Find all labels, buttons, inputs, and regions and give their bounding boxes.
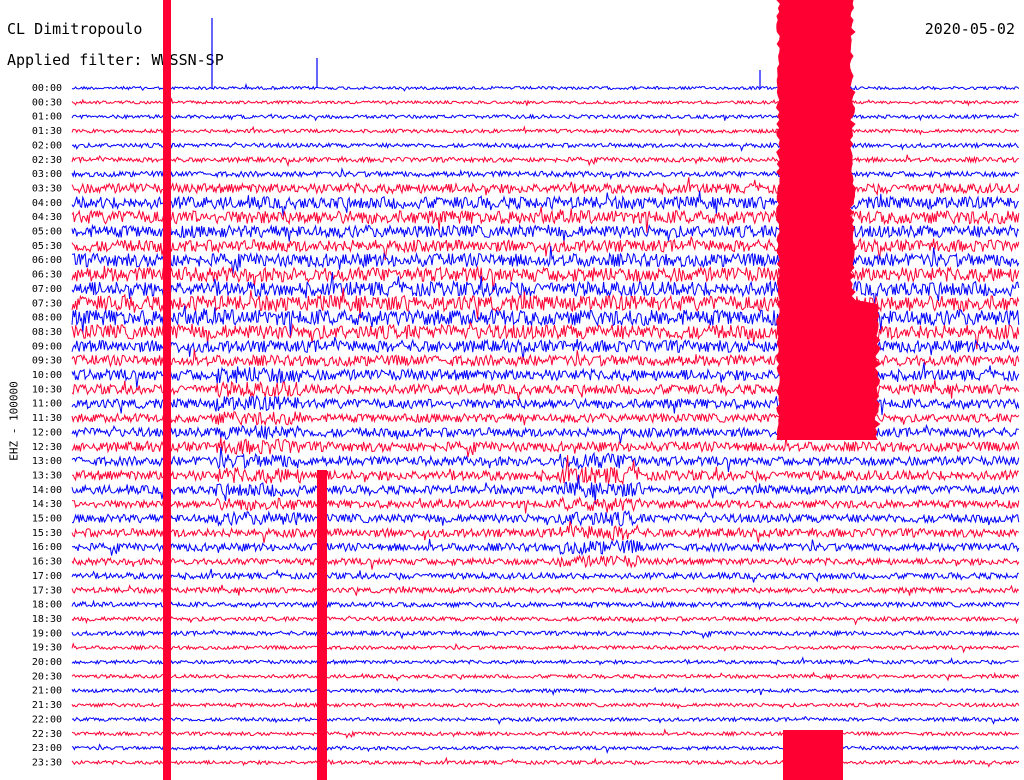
row-tick-label: 05:30	[32, 241, 62, 252]
row-tick-label: 07:00	[32, 284, 62, 295]
row-tick-label: 22:30	[32, 729, 62, 740]
row-tick-label: 00:00	[32, 83, 62, 94]
row-tick-label: 05:00	[32, 227, 62, 238]
trace-line	[71, 656, 1019, 666]
trace-line	[71, 686, 1019, 697]
tick-labels: 00:00 00:30 01:00 01:30 02:00 02:30 03:00 03:30…	[32, 83, 62, 768]
row-tick-label: 17:00	[32, 571, 62, 582]
row-tick-label: 04:00	[32, 198, 62, 209]
row-tick-label: 12:30	[32, 442, 62, 453]
trace-line	[71, 125, 1020, 137]
row-tick-label: 20:00	[32, 657, 62, 668]
trace-line	[71, 538, 1020, 556]
row-tick-label: 16:30	[32, 557, 62, 568]
row-tick-label: 08:30	[32, 327, 62, 338]
event-block-lower	[783, 730, 843, 780]
row-tick-label: 23:00	[32, 743, 62, 754]
trace-line	[71, 141, 1019, 152]
row-tick-label: 02:00	[32, 140, 62, 151]
row-tick-label: 23:30	[32, 757, 62, 768]
row-tick-label: 09:00	[32, 341, 62, 352]
trace-line	[71, 568, 1019, 583]
row-tick-label: 17:30	[32, 585, 62, 596]
row-tick-label: 19:00	[32, 628, 62, 639]
trace-line	[71, 671, 1020, 682]
trace-line	[71, 743, 1019, 755]
row-tick-label: 15:30	[32, 528, 62, 539]
row-tick-label: 14:30	[32, 499, 62, 510]
row-tick-label: 03:00	[32, 169, 62, 180]
row-tick-label: 16:00	[32, 542, 62, 553]
row-tick-label: 20:30	[32, 671, 62, 682]
row-tick-label: 06:00	[32, 255, 62, 266]
trace-line	[71, 701, 1020, 710]
row-tick-label: 22:00	[32, 714, 62, 725]
trace-line	[71, 166, 1020, 181]
spike-band-1	[163, 0, 171, 780]
trace-line	[71, 615, 1020, 626]
trace-line	[71, 221, 1020, 242]
trace-line	[71, 728, 1020, 739]
trace-line	[71, 715, 1020, 726]
seismogram-plot: 00:00 00:30 01:00 01:30 02:00 02:30 03:00 03:30…	[32, 0, 1020, 780]
row-tick-label: 18:00	[32, 600, 62, 611]
row-tick-label: 19:30	[32, 643, 62, 654]
trace-line	[71, 584, 1020, 596]
row-tick-label: 11:00	[32, 399, 62, 410]
trace-line	[71, 495, 1020, 514]
event-block	[776, 0, 881, 440]
trace-line	[71, 265, 1020, 292]
row-tick-label: 10:30	[32, 384, 62, 395]
trace-line	[71, 97, 1019, 107]
spike-band-2	[317, 470, 327, 780]
trace-line	[71, 642, 1020, 654]
row-tick-label: 09:30	[32, 356, 62, 367]
trace-line	[71, 82, 1020, 92]
row-tick-label: 13:30	[32, 470, 62, 481]
row-tick-label: 01:00	[32, 112, 62, 123]
row-tick-label: 10:00	[32, 370, 62, 381]
trace-line	[71, 599, 1020, 611]
trace-line	[71, 554, 1020, 570]
row-tick-label: 07:30	[32, 298, 62, 309]
row-tick-label: 11:30	[32, 413, 62, 424]
row-tick-label: 12:00	[32, 427, 62, 438]
trace-line	[71, 629, 1020, 640]
trace-line	[71, 756, 1020, 768]
row-tick-label: 01:30	[32, 126, 62, 137]
row-tick-label: 13:00	[32, 456, 62, 467]
trace-line	[71, 154, 1019, 168]
trace-line	[71, 177, 1020, 197]
row-tick-label: 18:30	[32, 614, 62, 625]
trace-line	[71, 474, 1020, 505]
trace-line	[71, 521, 1020, 543]
row-tick-label: 21:00	[32, 686, 62, 697]
trace-line	[71, 423, 1019, 444]
trace-line	[71, 509, 1020, 527]
row-tick-label: 08:00	[32, 313, 62, 324]
row-tick-label: 15:00	[32, 514, 62, 525]
row-tick-label: 03:30	[32, 183, 62, 194]
row-tick-label: 04:30	[32, 212, 62, 223]
trace-line	[71, 447, 1020, 472]
trace-line	[71, 112, 1019, 122]
row-tick-label: 06:30	[32, 270, 62, 281]
row-tick-label: 02:30	[32, 155, 62, 166]
row-tick-label: 00:30	[32, 97, 62, 108]
trace-group	[71, 0, 1020, 780]
row-tick-label: 21:30	[32, 700, 62, 711]
row-tick-label: 14:00	[32, 485, 62, 496]
